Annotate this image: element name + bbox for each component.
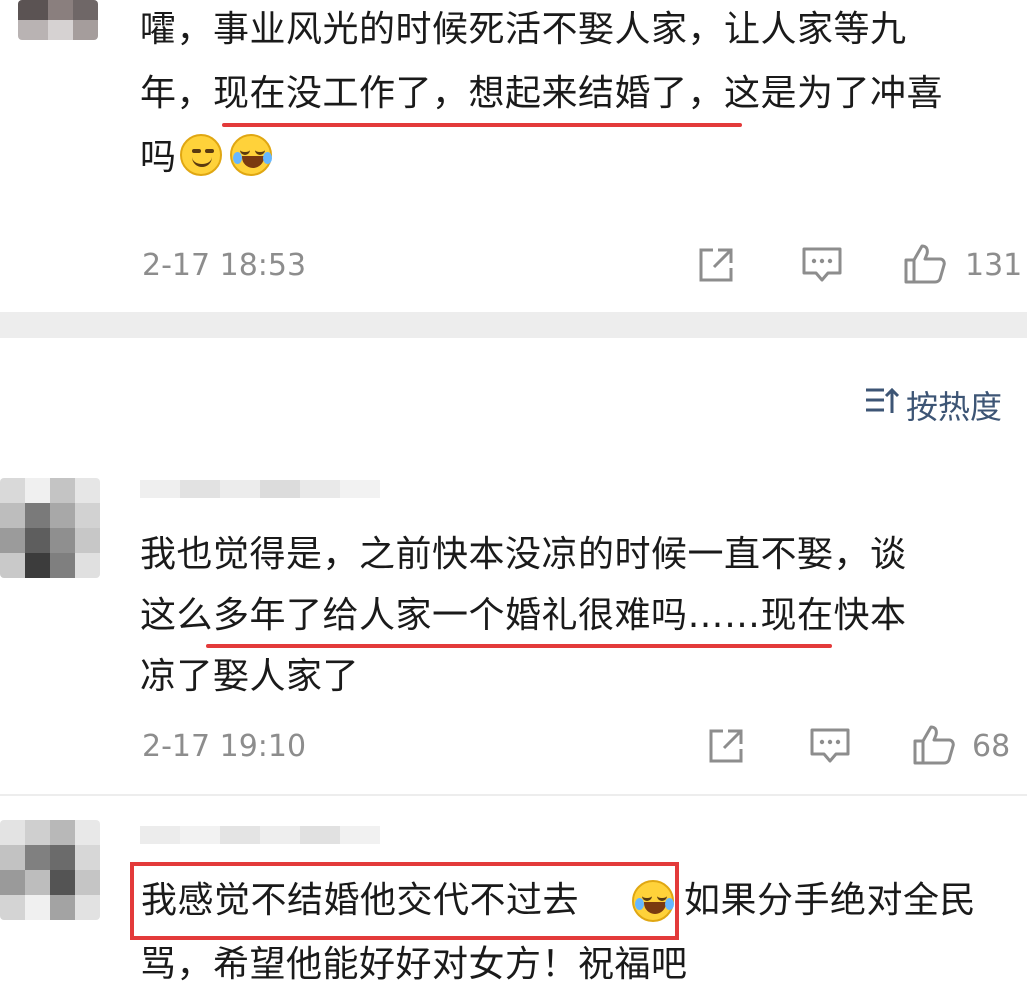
avatar[interactable] [0,478,100,578]
sort-icon [864,386,900,416]
comment-text-line: 如果分手绝对全民 [684,880,977,921]
laugh-cry-emoji [230,134,272,176]
like-icon[interactable] [903,243,947,285]
sort-control[interactable]: 按热度 [864,380,1014,426]
highlight-underline [222,123,742,127]
comment-separator [0,794,1027,796]
like-icon[interactable] [912,724,956,766]
comment-text-line: 这么多年了给人家一个婚礼很难吗……现在快本 [140,595,907,636]
comment-text-line: 骂，希望他能好好对女方！祝福吧 [140,944,688,985]
avatar[interactable] [18,0,98,40]
blurred-username[interactable] [140,480,380,500]
share-icon[interactable] [696,245,736,285]
comment-text-line: 嚯，事业风光的时候死活不娶人家，让人家等九 [140,9,907,50]
like-count: 68 [972,729,1011,764]
smile-emoji [180,134,222,176]
comment-timestamp: 2-17 19:10 [142,729,307,764]
comment-text-line: 我也觉得是，之前快本没凉的时候一直不娶，谈 [140,534,907,575]
reply-icon[interactable] [801,245,843,285]
laugh-cry-emoji [632,880,674,922]
highlight-underline [206,644,832,648]
comment-text-highlighted: 我感觉不结婚他交代不过去 [141,880,580,921]
comment-text-line: 吗 [140,137,177,178]
avatar[interactable] [0,820,100,920]
blurred-username[interactable] [140,826,380,846]
comment-timestamp: 2-17 18:53 [142,248,307,283]
like-count: 131 [965,248,1023,283]
reply-icon[interactable] [809,726,851,766]
section-divider [0,312,1027,338]
share-icon[interactable] [706,726,746,766]
comment-text-line: 年，现在没工作了，想起来结婚了，这是为了冲喜 [140,73,944,114]
comment-text-line: 凉了娶人家了 [140,656,360,697]
sort-label: 按热度 [906,388,1003,426]
